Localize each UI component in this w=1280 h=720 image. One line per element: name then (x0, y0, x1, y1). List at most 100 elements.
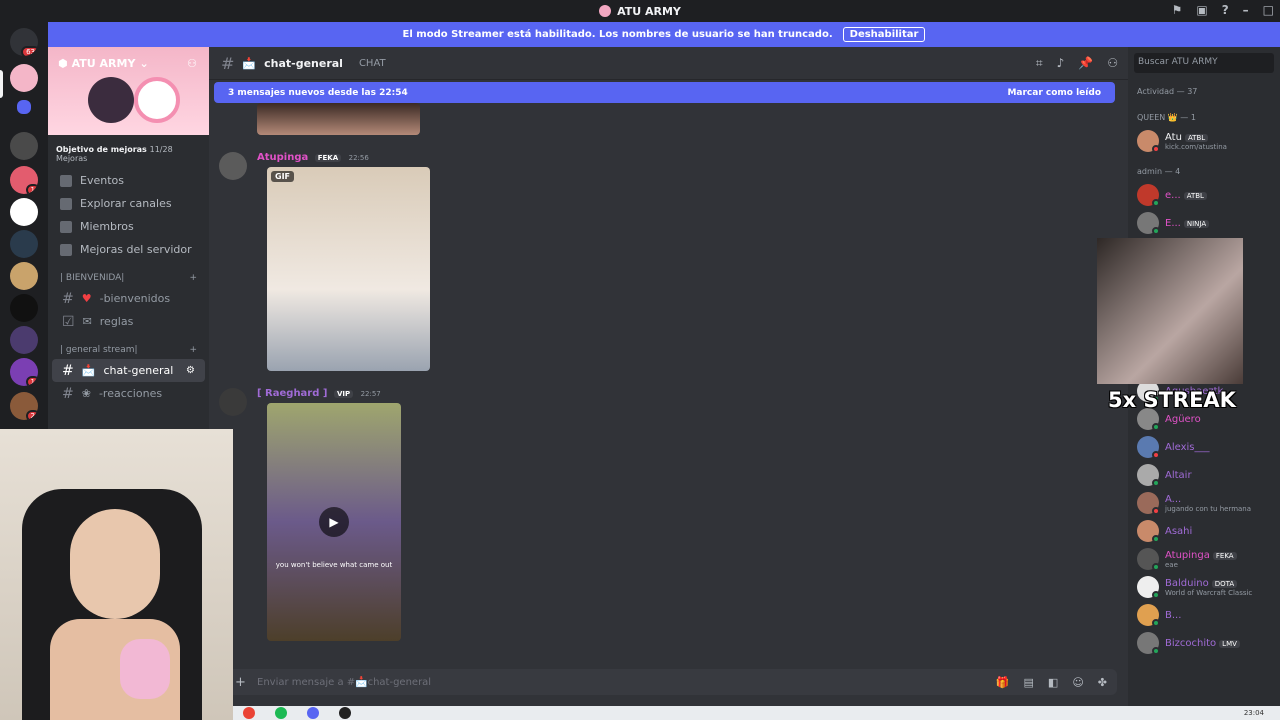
envelope-icon: ✉ (82, 315, 92, 328)
server-banner[interactable]: ⬢ ATU ARMY ⌄ ⚇ (48, 47, 209, 135)
mute-icon[interactable]: ♪ (1057, 56, 1065, 71)
message-input[interactable]: + Enviar mensaje a #📩chat-general 🎁 ▤ ◧ … (227, 669, 1117, 695)
folder-icon[interactable] (17, 100, 31, 114)
status-icon (1152, 619, 1160, 627)
members-list-icon[interactable]: ⚇ (1107, 56, 1118, 71)
calendar-icon (60, 174, 72, 187)
settings-icon[interactable]: ⚙ (186, 365, 195, 376)
avatar (1137, 212, 1160, 235)
channel-chat-general[interactable]: # 📩 chat-general ⚙ (52, 359, 205, 382)
status-icon (1152, 507, 1160, 515)
nav-events[interactable]: Eventos (48, 169, 209, 192)
member-item[interactable]: B... (1128, 601, 1280, 629)
server-icon[interactable] (10, 132, 38, 160)
screen-share-icon[interactable]: ▣ (1196, 3, 1207, 17)
server-icon[interactable] (10, 230, 38, 258)
banner-art (88, 77, 134, 123)
unread-badge: 1 (25, 376, 38, 386)
threads-icon[interactable]: ⌗ (1036, 56, 1043, 71)
rules-icon: ☑ (62, 313, 75, 330)
emoji-icon[interactable]: ☺ (1072, 676, 1083, 689)
boost-goal[interactable]: Objetivo de mejoras 11/28 Mejoras (56, 145, 201, 163)
timestamp: 22:56 (348, 154, 369, 162)
nav-members[interactable]: Miembros (48, 215, 209, 238)
gif-icon[interactable]: ▤ (1024, 676, 1034, 689)
chrome-icon[interactable] (243, 707, 255, 719)
new-messages-text: 3 mensajes nuevos desde las 22:54 (228, 87, 408, 98)
avatar[interactable] (219, 152, 247, 180)
member-item[interactable]: Bizcochito LMV (1128, 629, 1280, 657)
new-messages-bar[interactable]: 3 mensajes nuevos desde las 22:54 Marcar… (214, 82, 1115, 103)
message: Atupinga FEKA 22:56 GIF (219, 152, 619, 372)
avatar (1137, 184, 1160, 207)
avatar (1137, 520, 1160, 543)
gif-attachment[interactable]: GIF (267, 167, 430, 371)
server-icon[interactable] (10, 326, 38, 354)
mark-read-button[interactable]: Marcar como leído (1007, 88, 1101, 98)
apps-icon[interactable]: ✤ (1098, 676, 1107, 689)
status-icon (1152, 451, 1160, 459)
channel-reacciones[interactable]: # ❀ -reacciones (52, 382, 205, 405)
server-icon[interactable]: 2 (10, 392, 38, 420)
discord-icon[interactable] (307, 707, 319, 719)
disable-streamer-button[interactable]: Deshabilitar (842, 27, 926, 42)
member-item[interactable]: Alexis___ (1128, 433, 1280, 461)
author-name[interactable]: Atupinga (257, 152, 308, 163)
previous-message-media[interactable] (257, 103, 420, 135)
banner-art (134, 77, 180, 123)
activity-header: Actividad — 37 (1137, 86, 1198, 96)
invite-icon[interactable]: ⚇ (187, 57, 197, 70)
video-attachment[interactable]: ▶ you won't believe what came out (267, 403, 401, 641)
add-attachment-icon[interactable]: + (235, 675, 246, 690)
app-icon[interactable] (339, 707, 351, 719)
members-icon (60, 220, 72, 233)
server-icon[interactable] (10, 294, 38, 322)
member-item[interactable]: Atu ATBL kick.com/atustina (1128, 127, 1280, 155)
channel-header: # 📩 chat-general CHAT ⌗ ♪ 📌 ⚇ (209, 47, 1128, 80)
nav-browse-channels[interactable]: Explorar canales (48, 192, 209, 215)
home-dm-icon[interactable]: 63 (10, 28, 38, 56)
member-item[interactable]: Atupinga FEKA eae (1128, 545, 1280, 573)
server-icon[interactable] (10, 262, 38, 290)
nav-server-boosts[interactable]: Mejoras del servidor (48, 238, 209, 261)
window-controls: ⚑ ▣ ? – □ (1172, 3, 1274, 17)
timestamp: 22:57 (360, 390, 381, 398)
message-header: Atupinga FEKA 22:56 (257, 152, 369, 163)
clock: 23:04 (1243, 709, 1264, 717)
channel-bienvenidos[interactable]: # ♥ -bienvenidos (52, 287, 205, 310)
server-icon[interactable]: 1 (10, 358, 38, 386)
category-general-stream[interactable]: | general stream| + (48, 341, 209, 359)
search-input[interactable]: Buscar ATU ARMY (1134, 53, 1274, 73)
add-channel-icon[interactable]: + (189, 273, 197, 283)
maximize-button[interactable]: □ (1263, 3, 1274, 17)
avatar (1137, 130, 1160, 153)
gift-icon[interactable]: 🎁 (996, 676, 1010, 689)
category-bienvenida[interactable]: | BIENVENIDA| + (48, 269, 209, 287)
role-tag: VIP (333, 390, 354, 398)
member-item[interactable]: A... jugando con tu hermana (1128, 489, 1280, 517)
server-icon[interactable]: 1 (10, 166, 38, 194)
server-icon[interactable] (10, 198, 38, 226)
author-name[interactable]: [ Raeghard ] (257, 388, 327, 399)
inbox-icon[interactable]: ⚑ (1172, 3, 1183, 17)
member-item[interactable]: E... NINJA (1128, 209, 1280, 237)
minimize-button[interactable]: – (1243, 3, 1249, 17)
status-icon (1152, 563, 1160, 571)
help-icon[interactable]: ? (1222, 3, 1229, 17)
server-name-menu[interactable]: ⬢ ATU ARMY ⌄ (58, 57, 149, 70)
member-item[interactable]: Balduino DOTA World of Warcraft Classic (1128, 573, 1280, 601)
server-name: ATU ARMY (71, 57, 136, 70)
channel-reglas[interactable]: ☑ ✉ reglas (52, 310, 205, 333)
spotify-icon[interactable] (275, 707, 287, 719)
member-item[interactable]: Asahi (1128, 517, 1280, 545)
member-item[interactable]: e... ATBL (1128, 181, 1280, 209)
pin-icon[interactable]: 📌 (1078, 56, 1093, 71)
video-caption: you won't believe what came out (275, 561, 393, 569)
sticker-icon[interactable]: ◧ (1048, 676, 1058, 689)
play-icon[interactable]: ▶ (319, 507, 349, 537)
add-channel-icon[interactable]: + (189, 345, 197, 355)
member-item[interactable]: Altair (1128, 461, 1280, 489)
avatar (1137, 436, 1160, 459)
avatar[interactable] (219, 388, 247, 416)
server-atu-army-icon[interactable] (10, 64, 38, 92)
